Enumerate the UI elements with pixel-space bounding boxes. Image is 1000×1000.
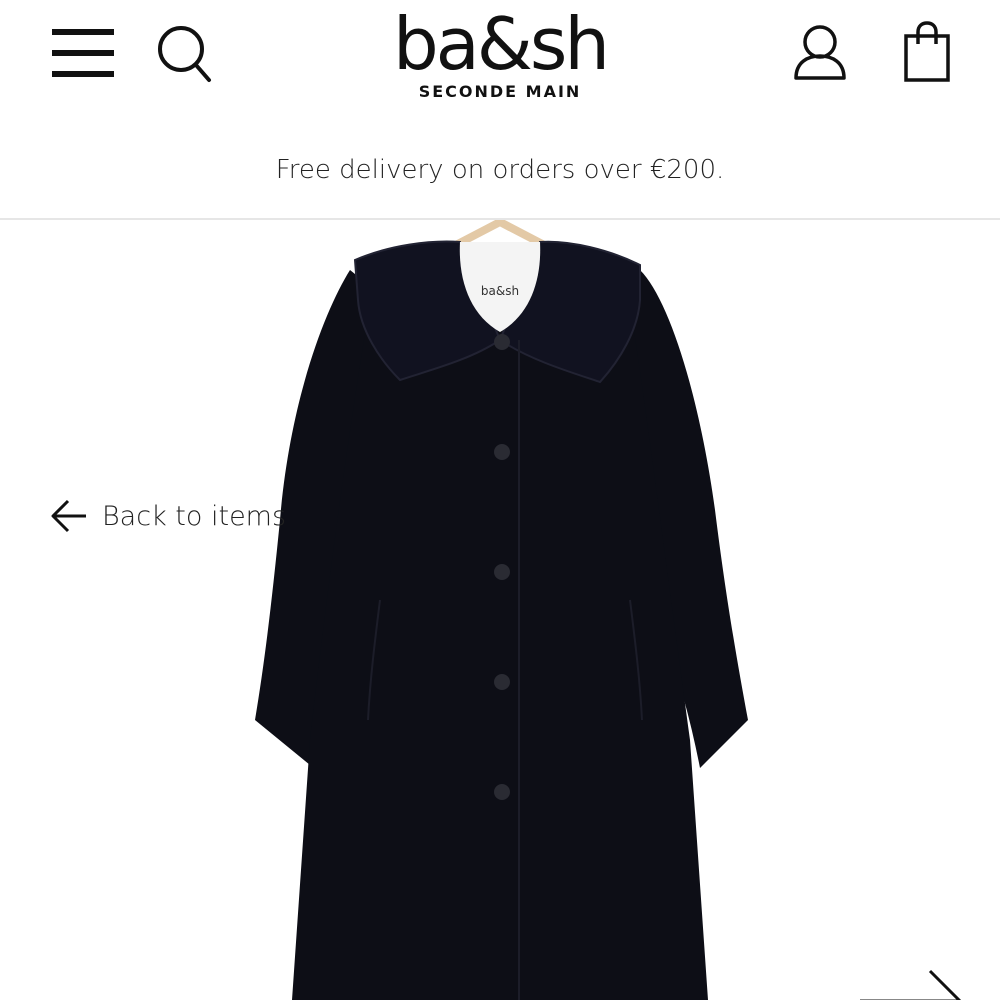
search-button[interactable]	[155, 22, 215, 86]
arrow-right-icon	[860, 969, 962, 1000]
brand-logo[interactable]: ba&sh SECONDE MAIN	[350, 4, 650, 101]
arrow-left-icon	[51, 499, 86, 533]
garment-label: ba&sh	[481, 284, 519, 298]
back-to-items-label: Back to items	[102, 500, 287, 532]
menu-button[interactable]	[50, 26, 116, 80]
coat-graphic	[255, 240, 748, 1000]
product-gallery: ba&sh Back to items	[0, 220, 1000, 1000]
next-image-button[interactable]	[856, 966, 966, 1000]
brand-name: ba&sh	[392, 2, 610, 86]
back-to-items-link[interactable]: Back to items	[50, 492, 286, 540]
search-icon	[158, 26, 211, 82]
page: ba&sh SECONDE MAIN Free delivery on orde…	[0, 0, 1000, 1000]
product-image[interactable]: ba&sh	[230, 220, 770, 1000]
shopping-bag-icon	[904, 21, 950, 82]
header: ba&sh SECONDE MAIN	[0, 0, 1000, 130]
account-button[interactable]	[790, 22, 850, 86]
shopping-bag-button[interactable]	[898, 20, 956, 86]
hamburger-menu-icon	[52, 29, 114, 77]
promo-banner: Free delivery on orders over €200.	[275, 155, 725, 185]
user-account-icon	[794, 25, 846, 80]
